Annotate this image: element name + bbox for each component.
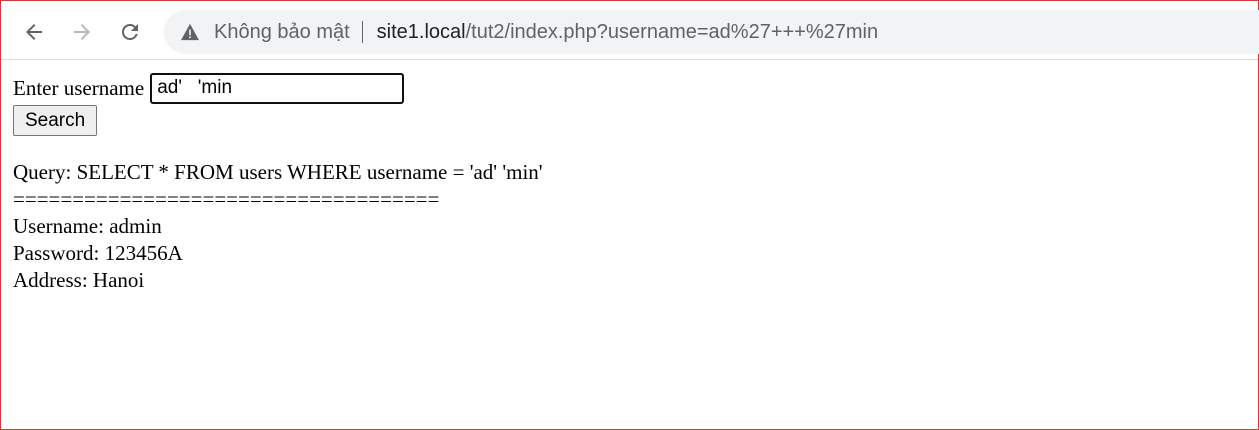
query-text: Query: SELECT * FROM users WHERE usernam… <box>13 160 543 184</box>
security-status-label[interactable]: Không bảo mật <box>214 21 350 44</box>
arrow-right-icon <box>74 24 90 40</box>
back-button[interactable] <box>16 14 52 50</box>
result-separator: ==================================== <box>13 187 440 211</box>
address-bar[interactable]: Không bảo mật site1.local/tut2/index.php… <box>164 10 1259 54</box>
search-form: Enter username <box>13 72 543 104</box>
warning-icon[interactable] <box>179 21 201 43</box>
arrow-left-icon <box>26 24 42 40</box>
address-divider <box>361 21 363 43</box>
url-path: /tut2/index.php?username=ad%27+++%27min <box>465 20 879 43</box>
search-button[interactable]: Search <box>13 105 98 136</box>
result-username: Username: admin <box>13 214 162 238</box>
browser-toolbar: Không bảo mật site1.local/tut2/index.php… <box>1 1 1259 60</box>
reload-button[interactable] <box>112 14 148 50</box>
username-label: Enter username <box>13 75 145 100</box>
result-password: Password: 123456A <box>13 241 183 265</box>
result-address: Address: Hanoi <box>13 268 145 292</box>
query-result: Query: SELECT * FROM users WHERE usernam… <box>13 159 543 294</box>
page-content: Enter username Search Query: SELECT * FR… <box>13 72 543 294</box>
username-input[interactable] <box>150 72 405 104</box>
forward-button[interactable] <box>64 14 100 50</box>
reload-icon <box>122 24 138 40</box>
url-host: site1.local <box>376 20 466 43</box>
